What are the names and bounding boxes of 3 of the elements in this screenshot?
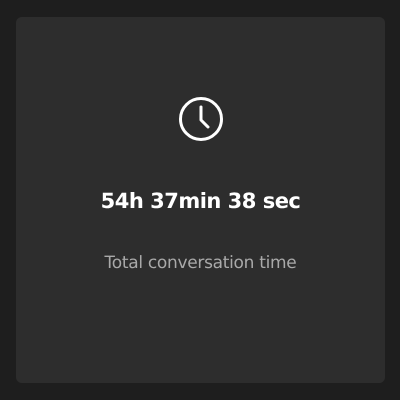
stat-label: Total conversation time [104,253,296,273]
stat-value: 54h 37min 38 sec [100,189,300,213]
clock-icon [178,96,224,142]
